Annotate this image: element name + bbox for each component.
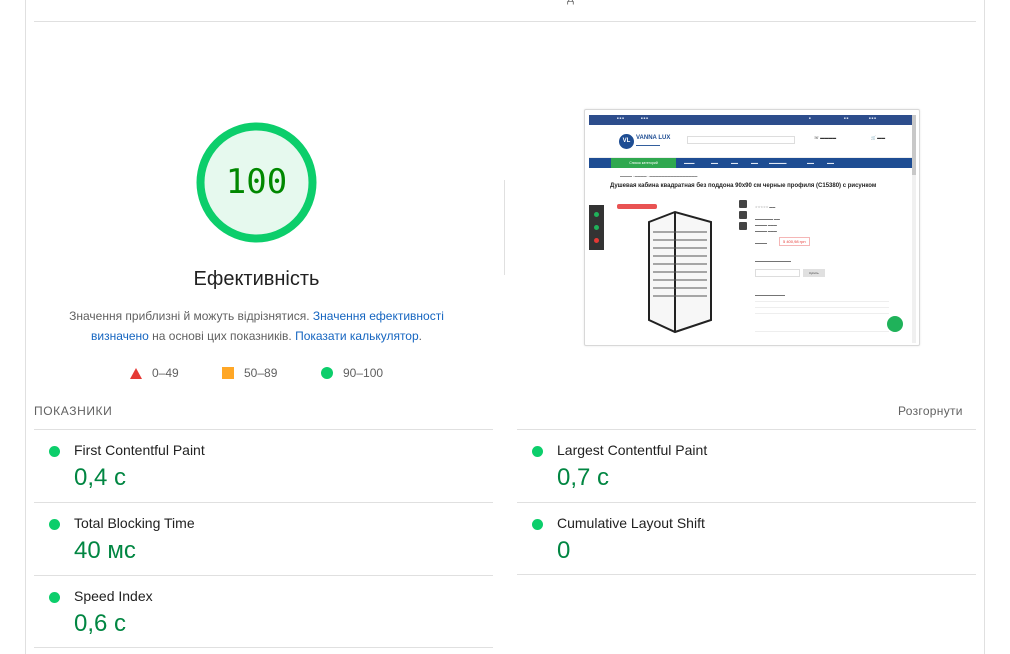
quick-order-field — [755, 269, 800, 277]
phone-icon: ☏ ▬▬▬▬ — [814, 135, 837, 140]
buy-button: Купить — [803, 269, 825, 277]
expand-view-toggle[interactable]: Розгорнути — [898, 404, 963, 418]
site-search — [687, 136, 795, 144]
performance-score-gauge[interactable]: 100 — [196, 122, 317, 243]
product-info: ☆☆☆☆☆ ▬▬ ▬▬▬▬▬▬ ▬▬ ▬▬▬▬ ▬▬▬ ▬▬▬▬ ▬▬▬ ▬▬▬… — [753, 203, 893, 338]
metric-name: Cumulative Layout Shift — [557, 515, 705, 531]
site-header: VL VANNA LUX ▬▬▬▬▬▬▬▬ ☏ ▬▬▬▬ 🛒 ▬▬ — [589, 125, 912, 158]
site-side-panel — [589, 205, 604, 250]
product-title: Душевая кабина квадратная без поддона 90… — [610, 183, 877, 189]
site-nav: Список категорий ▬▬▬ ▬▬ ▬▬ ▬▬ ▬▬▬▬▬ ▬▬ ▬▬ — [589, 158, 912, 168]
product-image — [613, 200, 737, 340]
legend-label: 90–100 — [343, 366, 384, 380]
legend-label: 50–89 — [244, 366, 278, 380]
triangle-icon — [130, 367, 142, 379]
site-topbar: ■ ■ ■ ■ ■ ■ ■ ■ ■ ■ ■ ■ — [589, 115, 912, 125]
pass-circle-icon — [532, 519, 543, 530]
metric-first-contentful-paint[interactable]: First Contentful Paint 0,4 с — [34, 429, 493, 502]
metric-name: First Contentful Paint — [74, 442, 205, 458]
legend-pass: 90–100 — [321, 366, 383, 380]
metric-speed-index[interactable]: Speed Index 0,6 с — [34, 575, 493, 648]
metric-name: Largest Contentful Paint — [557, 442, 708, 458]
performance-title: Ефективність — [193, 268, 320, 290]
metric-value: 0,7 с — [557, 464, 610, 491]
performance-score-value: 100 — [225, 162, 288, 202]
metric-value: 0,6 с — [74, 610, 127, 637]
cart-icon: 🛒 ▬▬ — [871, 135, 886, 140]
pass-circle-icon — [532, 446, 543, 457]
product-price: 5 400,98 грн — [779, 237, 810, 246]
site-logo-sub: ▬▬▬▬▬▬▬▬ — [636, 143, 660, 147]
metric-value: 0 — [557, 537, 571, 564]
site-logo: VL — [619, 134, 634, 149]
metric-largest-contentful-paint[interactable]: Largest Contentful Paint 0,7 с — [517, 429, 976, 502]
metric-cumulative-layout-shift[interactable]: Cumulative Layout Shift 0 — [517, 502, 976, 575]
show-calculator-link[interactable]: Показати калькулятор — [295, 329, 419, 343]
screenshot-scrollbar — [912, 115, 916, 343]
metrics-section-title: ПОКАЗНИКИ — [34, 404, 113, 418]
description-text: на основі цих показників. — [148, 329, 296, 343]
clipped-header-text: д — [567, 0, 574, 5]
score-description: Значення приблизні й можуть відрізнятися… — [60, 306, 453, 346]
legend-label: 0–49 — [152, 366, 179, 380]
pass-circle-icon — [49, 592, 60, 603]
shower-cabin-icon — [648, 210, 712, 334]
description-text: Значення приблизні й можуть відрізнятися… — [69, 309, 313, 323]
metric-value: 40 мс — [74, 537, 136, 564]
pass-circle-icon — [49, 519, 60, 530]
vertical-divider — [504, 180, 505, 275]
site-breadcrumb: ▬▬▬▬ › ▬▬▬▬ › ▬▬▬▬▬▬▬▬▬▬▬▬▬▬▬▬ — [620, 174, 698, 178]
pass-circle-icon — [49, 446, 60, 457]
square-icon — [222, 367, 234, 379]
metric-name: Total Blocking Time — [74, 515, 195, 531]
legend-fail: 0–49 — [130, 366, 179, 380]
site-logo-name: VANNA LUX — [636, 135, 671, 141]
product-thumbnails — [739, 200, 749, 240]
metric-total-blocking-time[interactable]: Total Blocking Time 40 мс — [34, 502, 493, 575]
category-button: Список категорий — [611, 158, 676, 168]
section-divider — [34, 21, 976, 22]
legend-average: 50–89 — [222, 366, 277, 380]
final-screenshot[interactable]: ■ ■ ■ ■ ■ ■ ■ ■ ■ ■ ■ ■ VL VANNA LUX ▬▬▬▬▬▬▬… — [584, 109, 920, 346]
metric-value: 0,4 с — [74, 464, 127, 491]
description-text: . — [418, 329, 422, 343]
metric-name: Speed Index — [74, 588, 153, 604]
product-badge — [617, 204, 657, 209]
circle-icon — [321, 367, 333, 379]
chat-bubble-icon — [887, 316, 903, 332]
